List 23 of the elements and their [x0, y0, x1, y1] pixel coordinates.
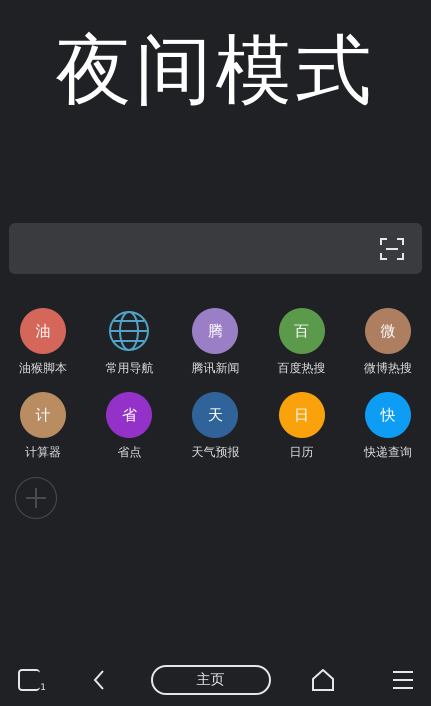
shortcut-icon[interactable]: 油	[20, 308, 66, 354]
back-icon[interactable]	[93, 670, 106, 690]
shortcut-icon[interactable]: 微	[364, 308, 411, 354]
shortcut-label[interactable]: 油猴脚本	[19, 362, 68, 374]
shortcut-icon[interactable]: 省	[106, 392, 152, 438]
menu-icon[interactable]	[393, 671, 413, 689]
tab-count: 1	[40, 684, 46, 693]
home-button[interactable]: 主页	[150, 665, 270, 695]
shortcut-label[interactable]: 天气预报	[191, 446, 240, 458]
search-field[interactable]	[9, 223, 422, 274]
shortcut-icon[interactable]: 天	[192, 392, 238, 438]
shortcut-label[interactable]: 百度热搜	[278, 362, 326, 374]
shortcut-label[interactable]: 省点	[117, 446, 142, 458]
shortcut-label[interactable]: 微博热搜	[364, 362, 412, 374]
shortcut-label[interactable]: 日历	[290, 446, 314, 458]
shortcut-label[interactable]: 计算器	[25, 446, 62, 458]
shortcut-label[interactable]: 常用导航	[105, 362, 154, 374]
scan-icon[interactable]	[380, 238, 404, 260]
shortcut-label[interactable]: 腾讯新闻	[191, 362, 240, 374]
shortcut-label[interactable]: 快递查询	[364, 446, 412, 458]
home-icon[interactable]	[312, 669, 334, 691]
page-title: 夜间模式	[56, 32, 376, 108]
plus-icon	[25, 487, 47, 509]
